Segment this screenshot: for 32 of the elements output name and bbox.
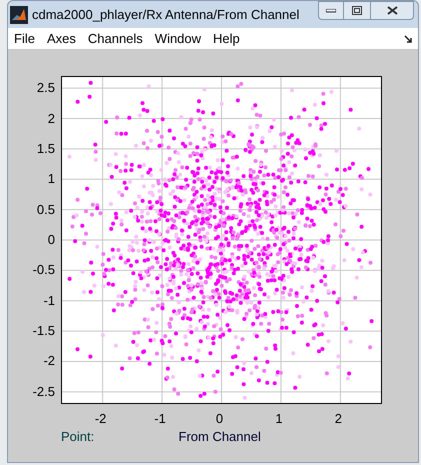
y-tick-label: -1.5 <box>32 324 55 338</box>
x-tick-label: -2 <box>94 412 108 425</box>
menu-item[interactable]: Window <box>154 28 202 48</box>
menu-item[interactable]: Axes <box>46 28 76 48</box>
x-axis-label: From Channel <box>178 430 261 443</box>
y-tick-label: -0.5 <box>32 263 55 276</box>
minimize-button[interactable] <box>318 1 344 20</box>
window-title: cdma2000_phlayer/Rx Antenna/From Channel <box>32 6 300 24</box>
menu-item[interactable]: Help <box>213 28 240 48</box>
y-tick-label: -2.5 <box>32 384 55 398</box>
x-tick-label: 2 <box>334 412 343 425</box>
minimize-icon <box>326 8 336 12</box>
x-tick-label: 1 <box>274 412 284 425</box>
app-logo-icon <box>10 6 28 24</box>
close-icon <box>386 6 398 15</box>
maximize-button[interactable] <box>344 1 370 20</box>
x-tick-label: 0 <box>214 412 224 425</box>
point-readout: Point: <box>61 430 94 443</box>
x-tick-label: -1 <box>153 412 167 425</box>
y-tick-label: 1 <box>46 172 55 186</box>
y-tick-label: 0.5 <box>36 202 55 216</box>
maximize-icon <box>352 6 362 15</box>
dock-arrow-icon[interactable] <box>404 34 412 42</box>
y-tick-label: 1.5 <box>36 142 55 155</box>
y-tick-label: -2 <box>42 354 55 368</box>
menu-item[interactable]: Channels <box>88 28 143 48</box>
menu-item[interactable]: File <box>14 28 35 48</box>
y-tick-label: 2 <box>46 112 55 125</box>
close-button[interactable] <box>370 1 414 20</box>
y-tick-label: 2.5 <box>36 81 55 94</box>
y-tick-label: -1 <box>42 294 55 307</box>
y-tick-label: 0 <box>46 233 55 246</box>
